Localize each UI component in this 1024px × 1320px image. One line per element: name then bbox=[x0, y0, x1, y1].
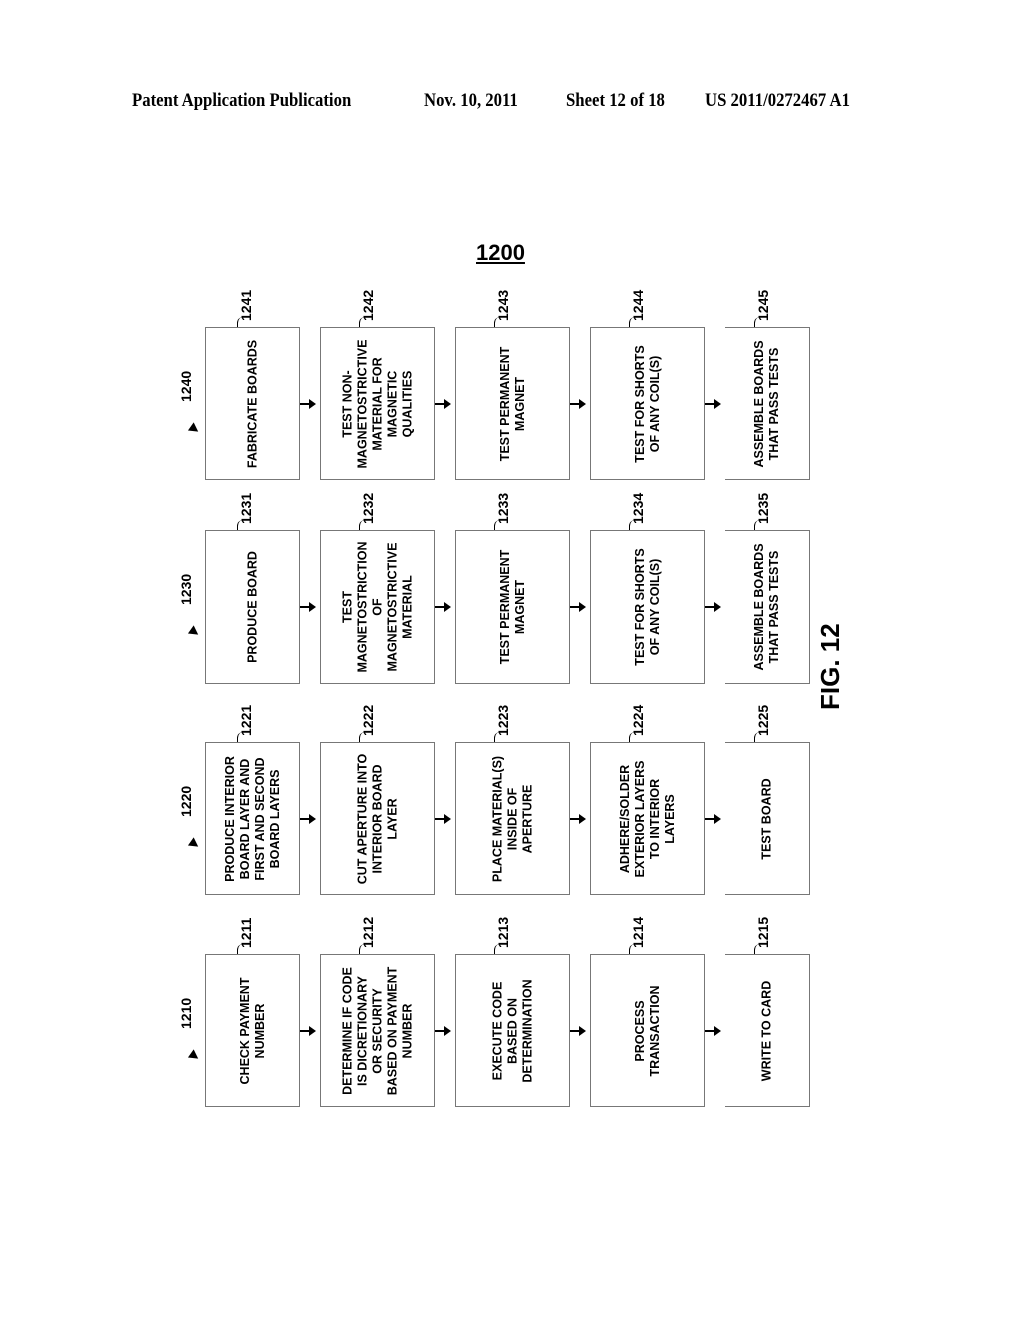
step-box: TEST FOR SHORTS OF ANY COIL(S) bbox=[590, 530, 705, 684]
flow-arrow-icon bbox=[570, 1025, 586, 1036]
step-box: TEST BOARD bbox=[725, 742, 810, 895]
group-ref-arrow-icon bbox=[187, 421, 202, 436]
flow-arrow-icon bbox=[705, 813, 721, 824]
leader-line bbox=[237, 317, 244, 327]
flow-arrow-icon bbox=[300, 398, 316, 409]
flow-arrow-icon bbox=[300, 813, 316, 824]
leader-line bbox=[753, 520, 761, 530]
step-text: TEST PERMANENT MAGNET bbox=[497, 549, 527, 665]
group-ref-label: 1240 bbox=[178, 370, 194, 402]
figure-number: 1200 bbox=[476, 240, 525, 265]
leader-line bbox=[494, 732, 501, 742]
step-box: ADHERE/SOLDER EXTERIOR LAYERS TO INTERIO… bbox=[590, 742, 705, 895]
step-text: TEST BOARD bbox=[759, 777, 774, 860]
leader-line bbox=[494, 944, 501, 954]
step-text: PRODUCE INTERIOR BOARD LAYER AND FIRST A… bbox=[222, 755, 282, 882]
flow-arrow-icon bbox=[435, 813, 451, 824]
leader-line bbox=[359, 944, 366, 954]
leader-line bbox=[237, 944, 244, 954]
step-box: TEST PERMANENT MAGNET bbox=[455, 530, 570, 684]
group-ref-arrow-icon bbox=[187, 836, 202, 851]
step-box: PROCESS TRANSACTION bbox=[590, 954, 705, 1107]
step-box: WRITE TO CARD bbox=[725, 954, 810, 1107]
step-text: ASSEMBLE BOARDS THAT PASS TESTS bbox=[752, 543, 781, 671]
leader-line bbox=[629, 732, 636, 742]
step-box: TEST FOR SHORTS OF ANY COIL(S) bbox=[590, 327, 705, 480]
flow-arrow-icon bbox=[435, 398, 451, 409]
step-box: PLACE MATERIAL(S) INSIDE OF APERTURE bbox=[455, 742, 570, 895]
step-box: FABRICATE BOARDS bbox=[205, 327, 300, 480]
step-box: PRODUCE INTERIOR BOARD LAYER AND FIRST A… bbox=[205, 742, 300, 895]
leader-line bbox=[494, 520, 501, 530]
group-ref-label: 1220 bbox=[178, 785, 194, 817]
step-text: DETERMINE IF CODE IS DICRETIONARY OR SEC… bbox=[340, 966, 414, 1095]
step-text: TEST MAGNETOSTRICTION OF MAGNETOSTRICTIV… bbox=[340, 541, 414, 673]
leader-line bbox=[359, 317, 366, 327]
step-text: FABRICATE BOARDS bbox=[245, 339, 259, 468]
step-box: ASSEMBLE BOARDS THAT PASS TESTS bbox=[725, 530, 810, 684]
group-ref-label: 1230 bbox=[178, 573, 194, 605]
flow-arrow-icon bbox=[435, 602, 451, 612]
step-box: TEST NON- MAGNETOSTRICTIVE MATERIAL FOR … bbox=[320, 327, 435, 480]
step-text: PROCESS TRANSACTION bbox=[632, 985, 662, 1076]
step-box: ASSEMBLE BOARDS THAT PASS TESTS bbox=[725, 327, 810, 480]
step-text: TEST FOR SHORTS OF ANY COIL(S) bbox=[632, 344, 662, 463]
step-text: TEST PERMANENT MAGNET bbox=[497, 346, 527, 461]
step-text: PRODUCE BOARD bbox=[245, 551, 259, 663]
step-box: PRODUCE BOARD bbox=[205, 530, 300, 684]
flow-arrow-icon bbox=[570, 398, 586, 409]
flow-arrow-icon bbox=[705, 398, 721, 409]
leader-line bbox=[237, 732, 244, 742]
step-box: TEST PERMANENT MAGNET bbox=[455, 327, 570, 480]
leader-line bbox=[753, 944, 761, 954]
header-patent-number: US 2011/0272467 A1 bbox=[705, 90, 850, 111]
step-text: PLACE MATERIAL(S) INSIDE OF APERTURE bbox=[490, 755, 534, 882]
step-text: WRITE TO CARD bbox=[759, 980, 774, 1081]
leader-line bbox=[359, 732, 366, 742]
header-sheet: Sheet 12 of 18 bbox=[566, 90, 665, 111]
group-ref-label: 1210 bbox=[178, 997, 194, 1029]
step-box: DETERMINE IF CODE IS DICRETIONARY OR SEC… bbox=[320, 954, 435, 1107]
group-ref-arrow-icon bbox=[187, 1048, 202, 1063]
step-text: EXECUTE CODE BASED ON DETERMINATION bbox=[490, 978, 534, 1083]
flow-arrow-icon bbox=[300, 602, 316, 612]
flow-arrow-icon bbox=[570, 602, 586, 612]
header-publication: Patent Application Publication bbox=[132, 90, 352, 111]
flow-arrow-icon bbox=[705, 602, 721, 612]
leader-line bbox=[753, 317, 761, 327]
step-text: CHECK PAYMENT NUMBER bbox=[237, 977, 267, 1084]
step-box: CHECK PAYMENT NUMBER bbox=[205, 954, 300, 1107]
leader-line bbox=[629, 317, 636, 327]
leader-line bbox=[629, 520, 636, 530]
leader-line bbox=[629, 944, 636, 954]
step-text: ASSEMBLE BOARDS THAT PASS TESTS bbox=[752, 339, 781, 468]
leader-line bbox=[359, 520, 366, 530]
flow-arrow-icon bbox=[570, 813, 586, 824]
figure-label: FIG. 12 bbox=[815, 623, 845, 710]
step-text: TEST FOR SHORTS OF ANY COIL(S) bbox=[632, 548, 662, 666]
step-box: EXECUTE CODE BASED ON DETERMINATION bbox=[455, 954, 570, 1107]
header-date: Nov. 10, 2011 bbox=[424, 90, 518, 111]
flow-arrow-icon bbox=[705, 1025, 721, 1036]
group-ref-arrow-icon bbox=[187, 625, 202, 639]
flow-arrow-icon bbox=[435, 1025, 451, 1036]
leader-line bbox=[237, 520, 244, 530]
leader-line bbox=[494, 317, 501, 327]
step-text: CUT APERTURE INTO INTERIOR BOARD LAYER bbox=[355, 753, 399, 884]
step-box: TEST MAGNETOSTRICTION OF MAGNETOSTRICTIV… bbox=[320, 530, 435, 684]
step-text: ADHERE/SOLDER EXTERIOR LAYERS TO INTERIO… bbox=[617, 760, 677, 877]
leader-line bbox=[753, 732, 761, 742]
step-box: CUT APERTURE INTO INTERIOR BOARD LAYER bbox=[320, 742, 435, 895]
step-text: TEST NON- MAGNETOSTRICTIVE MATERIAL FOR … bbox=[340, 339, 414, 468]
flow-arrow-icon bbox=[300, 1025, 316, 1036]
